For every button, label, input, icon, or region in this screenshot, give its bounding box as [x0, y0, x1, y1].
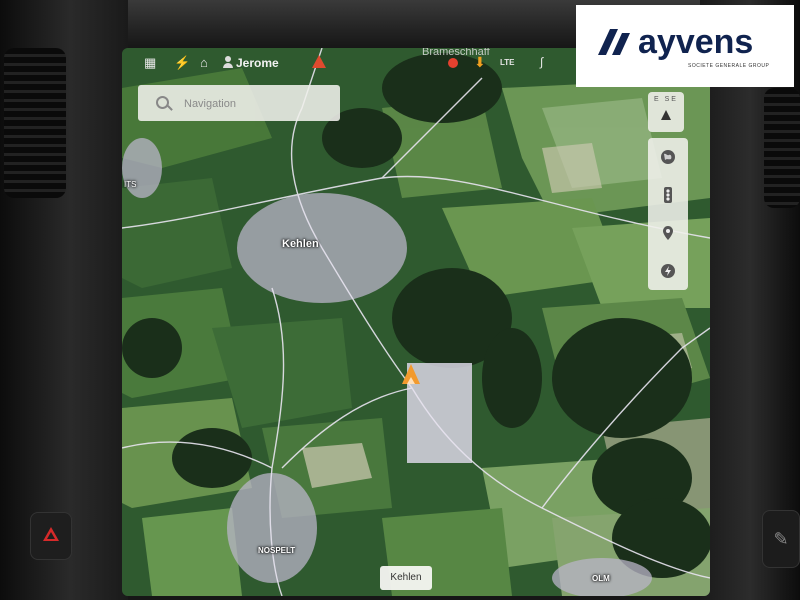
bluetooth-icon[interactable]: ∫ — [540, 55, 543, 69]
brand-name: ayvens — [638, 23, 754, 61]
navigation-search-bar[interactable] — [138, 85, 340, 121]
map-controls-panel — [648, 138, 688, 290]
current-position-arrow-icon — [402, 364, 420, 384]
map-label-nospelt: NOSPELT — [258, 546, 296, 555]
hazard-icon — [43, 527, 59, 541]
side-control-button[interactable]: ✎ — [762, 510, 800, 568]
brand-tagline: SOCIETE GENERALE GROUP — [688, 63, 770, 69]
search-input[interactable] — [182, 94, 336, 114]
air-vent-right — [764, 88, 800, 208]
search-icon — [156, 96, 169, 109]
air-vent-left — [4, 48, 66, 198]
dashcam-record-icon[interactable] — [448, 58, 458, 68]
brand-logo: ayvens SOCIETE GENERALE GROUP — [576, 5, 794, 87]
satellite-view-button[interactable] — [648, 138, 688, 176]
current-location-label[interactable]: Kehlen — [380, 566, 432, 590]
touchscreen[interactable]: ▦ ⚡ ⌂ Jerome Brameschhaff ⬇ LTE ∫ Kehlen… — [122, 48, 710, 596]
ayvens-logo-mark-icon — [598, 29, 630, 55]
hazard-lights-button[interactable] — [30, 512, 72, 560]
traffic-button[interactable] — [648, 176, 688, 214]
pin-icon — [663, 226, 673, 240]
map-label-olm: OLM — [592, 574, 610, 583]
user-icon[interactable] — [222, 56, 234, 69]
charging-icon — [661, 264, 675, 278]
warning-icon[interactable] — [312, 55, 326, 68]
traffic-icon — [664, 187, 672, 203]
map-label-kehlen: Kehlen — [282, 238, 319, 250]
charging-button[interactable] — [648, 252, 688, 290]
satellite-map[interactable] — [122, 48, 710, 596]
compass-button[interactable]: E SE — [648, 92, 684, 132]
lightning-icon[interactable]: ⚡ — [174, 56, 190, 70]
home-icon[interactable]: ⌂ — [200, 56, 208, 70]
pin-button[interactable] — [648, 214, 688, 252]
compass-arrow-icon — [661, 110, 671, 120]
driver-profile-name[interactable]: Jerome — [236, 56, 279, 70]
download-icon[interactable]: ⬇ — [474, 54, 486, 71]
network-status: LTE — [500, 58, 515, 67]
map-label-edge: ITS — [124, 180, 137, 189]
lock-icon[interactable]: ▦ — [144, 56, 156, 70]
compass-heading: E SE — [654, 96, 678, 103]
satellite-view-icon — [661, 150, 675, 164]
